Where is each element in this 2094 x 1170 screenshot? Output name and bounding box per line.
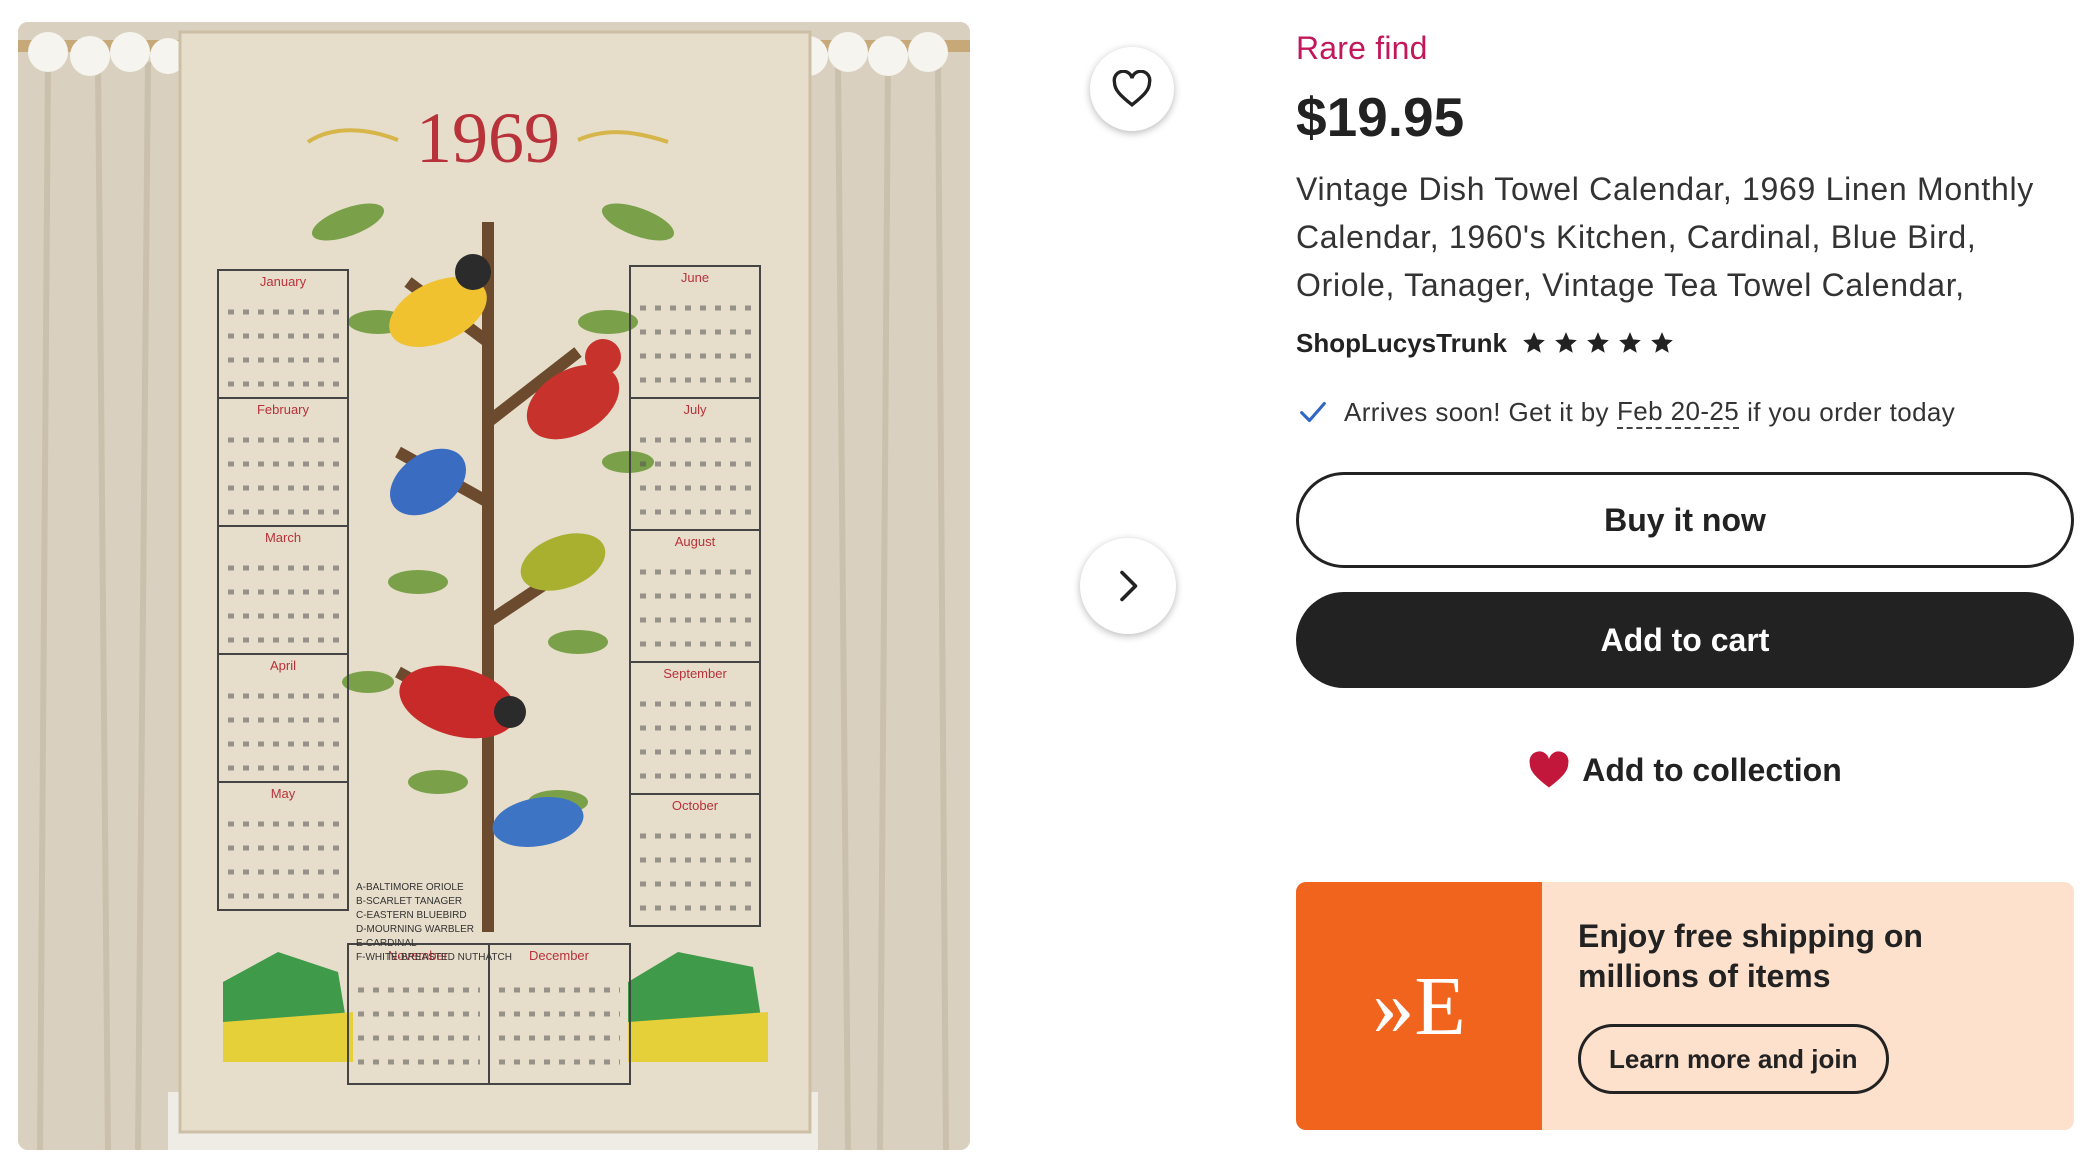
month-label: January — [260, 274, 307, 289]
legend-entry: A-BALTIMORE ORIOLE — [356, 882, 464, 893]
add-to-collection-label: Add to collection — [1582, 751, 1842, 788]
listing-details: Rare find $19.95 Vintage Dish Towel Cale… — [1296, 30, 2074, 1130]
calendar-towel-photo: 1969 January February March April May Ju… — [18, 22, 970, 1150]
month-label: December — [529, 948, 590, 963]
price: $19.95 — [1296, 86, 1465, 148]
heart-filled-icon — [1529, 751, 1569, 788]
learn-more-button[interactable]: Learn more and join — [1578, 1024, 1889, 1094]
legend-entry: C-EASTERN BLUEBIRD — [356, 910, 467, 921]
buy-it-now-button[interactable]: Buy it now — [1296, 472, 2074, 568]
star-icon — [1523, 332, 1545, 353]
rating-stars — [1521, 330, 1675, 356]
month-label: April — [270, 658, 296, 673]
legend-entry: E-CARDINAL — [356, 938, 417, 949]
shop-name-link[interactable]: ShopLucysTrunk — [1296, 328, 1507, 359]
add-to-collection-button[interactable]: Add to collection — [1296, 742, 2074, 798]
star-icon — [1555, 332, 1577, 353]
product-image[interactable]: 1969 January February March April May Ju… — [18, 22, 970, 1150]
delivery-date-range[interactable]: Feb 20-25 — [1616, 396, 1740, 429]
star-icon — [1619, 332, 1641, 353]
checkmark-icon — [1300, 401, 1326, 423]
month-label: August — [675, 534, 716, 549]
year-heading: 1969 — [416, 98, 560, 178]
delivery-suffix: if you order today — [1747, 396, 1956, 427]
month-label: October — [672, 798, 719, 813]
month-label: March — [265, 530, 301, 545]
add-to-cart-button[interactable]: Add to cart — [1296, 592, 2074, 688]
etsy-insider-logo: »E — [1296, 882, 1542, 1130]
delivery-estimate: Arrives soon! Get it by Feb 20-25 if you… — [1296, 395, 2074, 429]
heart-outline-icon — [1112, 70, 1152, 107]
month-label: May — [271, 786, 296, 801]
month-label: June — [681, 270, 709, 285]
month-label: July — [683, 402, 707, 417]
promo-text: Enjoy free shipping on millions of items — [1578, 918, 1923, 994]
legend-entry: F-WHITE-BREASTED NUTHATCH — [356, 952, 512, 963]
shop-info: ShopLucysTrunk — [1296, 321, 2074, 365]
promo-logo-text: »E — [1372, 959, 1466, 1053]
month-label: February — [257, 402, 310, 417]
legend-entry: B-SCARLET TANAGER — [356, 896, 462, 907]
rare-find-badge: Rare find — [1296, 30, 1428, 66]
delivery-prefix: Arrives soon! Get it by — [1344, 396, 1609, 427]
free-shipping-promo: »E Enjoy free shipping on millions of it… — [1296, 882, 2074, 1130]
legend-entry: D-MOURNING WARBLER — [356, 924, 474, 935]
listing-title: Vintage Dish Towel Calendar, 1969 Linen … — [1296, 171, 2034, 303]
star-icon — [1587, 332, 1609, 353]
favorite-button[interactable] — [1090, 47, 1174, 131]
next-image-button[interactable] — [1080, 538, 1176, 634]
chevron-right-icon — [1120, 570, 1138, 602]
month-label: September — [663, 666, 727, 681]
star-icon — [1651, 332, 1673, 353]
